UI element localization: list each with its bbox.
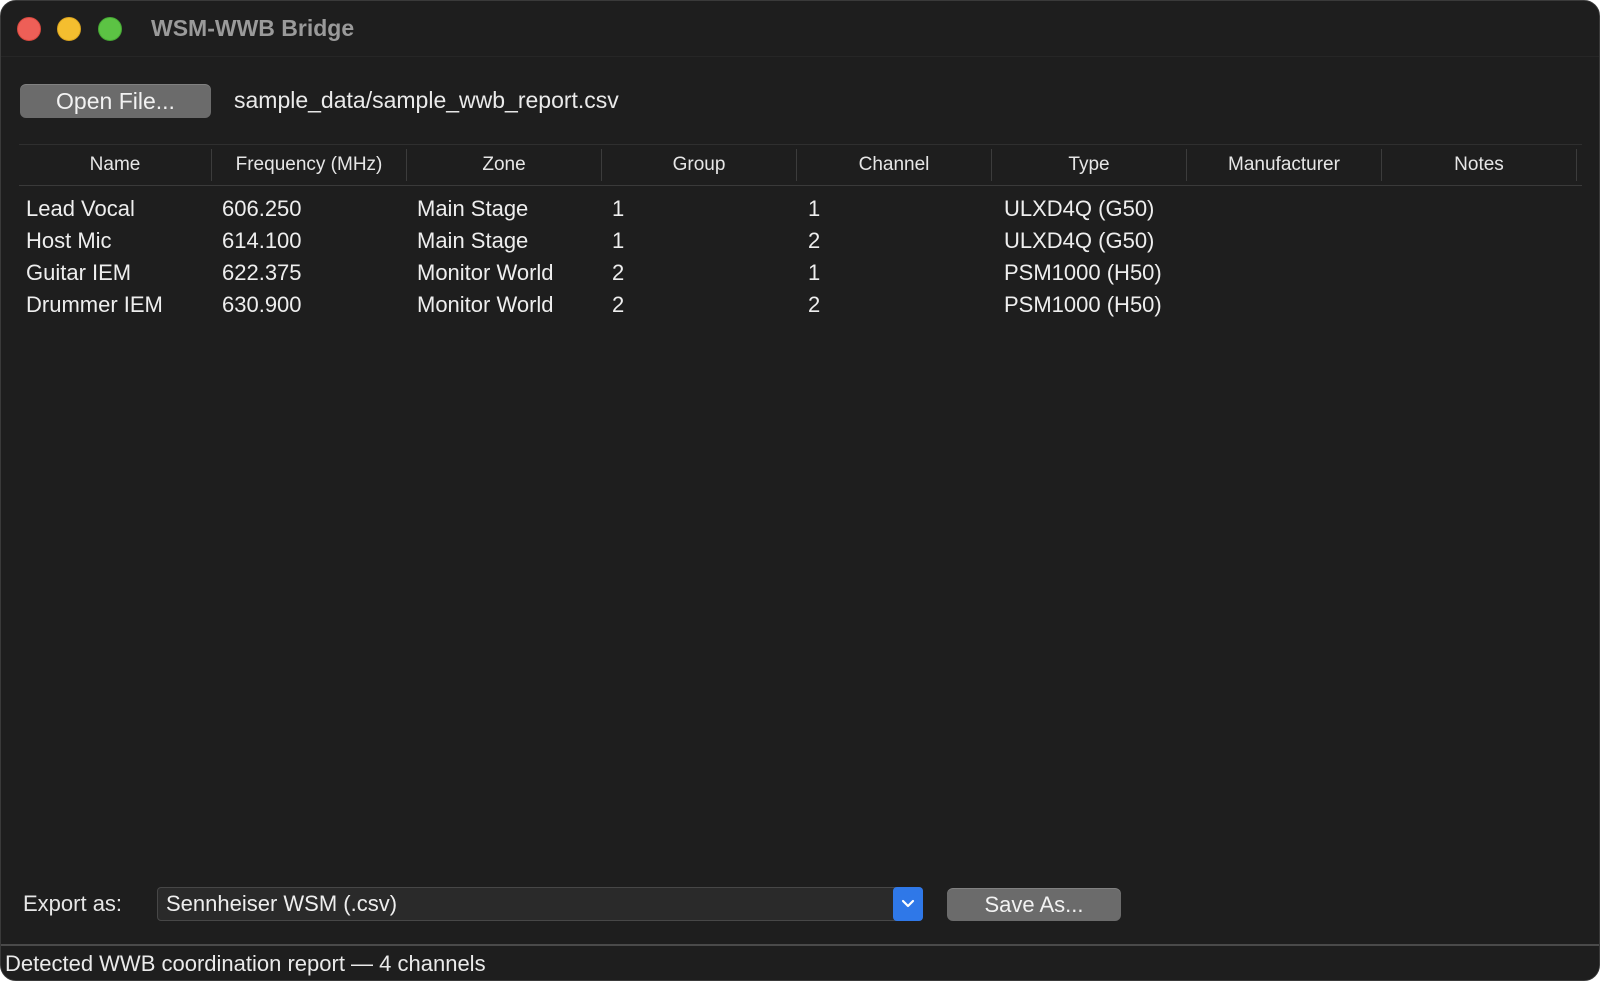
cell-frequency: 630.900 [222,292,302,317]
cell-zone: Main Stage [417,196,529,221]
export-format-value: Sennheiser WSM (.csv) [166,891,398,916]
cell-channel: 2 [808,292,821,317]
chevron-down-icon [901,899,915,908]
column-header-manufacturer[interactable]: Manufacturer [1187,145,1381,185]
cell-type: PSM1000 (H50) [1004,292,1162,317]
cell-frequency: 622.375 [222,260,302,285]
cell-channel: 2 [808,228,821,253]
cell-name: Lead Vocal [26,196,135,221]
cell-group: 1 [612,228,625,253]
open-file-button[interactable]: Open File... [20,84,211,118]
cell-group: 2 [612,260,625,285]
table-row[interactable]: Guitar IEM 622.375 Monitor World 2 1 PSM… [19,257,1582,289]
cell-group: 2 [612,292,625,317]
status-bar: Detected WWB coordination report — 4 cha… [1,944,1599,980]
dropdown-arrow-button[interactable] [893,887,923,921]
cell-name: Drummer IEM [26,292,163,317]
column-header-type[interactable]: Type [992,145,1186,185]
minimize-window-button[interactable] [57,17,81,41]
cell-type: ULXD4Q (G50) [1004,228,1155,253]
export-format-select[interactable]: Sennheiser WSM (.csv) [157,887,923,921]
cell-zone: Monitor World [417,260,554,285]
table-row[interactable]: Lead Vocal 606.250 Main Stage 1 1 ULXD4Q… [19,193,1582,225]
cell-frequency: 606.250 [222,196,302,221]
column-divider[interactable] [1576,149,1577,181]
table-header: Name Frequency (MHz) Zone Group Channel … [19,144,1582,186]
table-row[interactable]: Drummer IEM 630.900 Monitor World 2 2 PS… [19,289,1582,321]
cell-name: Host Mic [26,228,112,253]
column-header-group[interactable]: Group [602,145,796,185]
cell-group: 1 [612,196,625,221]
cell-zone: Main Stage [417,228,529,253]
table-body: Lead Vocal 606.250 Main Stage 1 1 ULXD4Q… [19,193,1582,321]
app-window: WSM-WWB Bridge Open File... sample_data/… [0,0,1600,981]
cell-name: Guitar IEM [26,260,132,285]
file-path-label: sample_data/sample_wwb_report.csv [234,87,619,113]
export-label: Export as: [23,891,123,916]
column-header-frequency[interactable]: Frequency (MHz) [212,145,406,185]
cell-frequency: 614.100 [222,228,302,253]
status-text: Detected WWB coordination report — 4 cha… [5,951,486,976]
close-window-button[interactable] [17,17,41,41]
column-header-zone[interactable]: Zone [407,145,601,185]
cell-channel: 1 [808,196,821,221]
cell-zone: Monitor World [417,292,554,317]
column-header-name[interactable]: Name [19,145,211,185]
column-header-channel[interactable]: Channel [797,145,991,185]
save-as-button[interactable]: Save As... [947,888,1121,921]
zoom-window-button[interactable] [98,17,122,41]
window-title: WSM-WWB Bridge [151,15,355,41]
cell-channel: 1 [808,260,821,285]
column-header-notes[interactable]: Notes [1382,145,1576,185]
table-row[interactable]: Host Mic 614.100 Main Stage 1 2 ULXD4Q (… [19,225,1582,257]
title-bar: WSM-WWB Bridge [1,1,1599,57]
cell-type: PSM1000 (H50) [1004,260,1162,285]
cell-type: ULXD4Q (G50) [1004,196,1155,221]
